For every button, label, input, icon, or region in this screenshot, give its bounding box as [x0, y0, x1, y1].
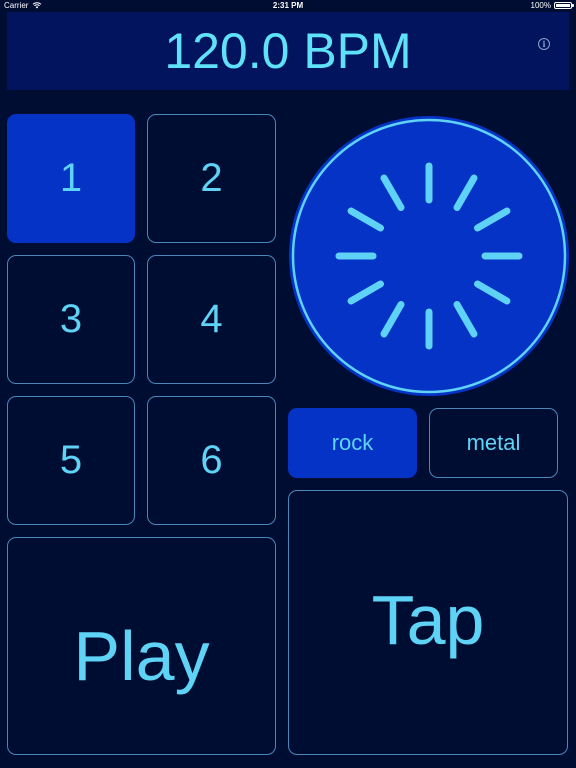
- tempo-header: 120.0 BPM i: [7, 12, 569, 90]
- pad-label: 5: [59, 438, 83, 482]
- pad-label: 4: [200, 297, 223, 341]
- tap-button[interactable]: Tap: [288, 490, 568, 755]
- style-label: rock: [331, 430, 374, 455]
- tap-label: Tap: [371, 580, 485, 659]
- style-label: metal: [466, 430, 521, 455]
- play-button[interactable]: Play: [7, 537, 276, 755]
- pad-button-4[interactable]: 4: [147, 255, 276, 384]
- play-label: Play: [73, 617, 210, 695]
- style-button-rock[interactable]: rock: [288, 408, 417, 478]
- pad-label: 6: [200, 438, 223, 482]
- pad-label: 3: [59, 297, 83, 341]
- pad-label: 1: [59, 156, 83, 200]
- status-bar: Carrier 2:31 PM 100%: [0, 0, 576, 12]
- battery-icon: [554, 2, 574, 9]
- status-time: 2:31 PM: [272, 1, 304, 10]
- tempo-display: 120.0 BPM: [164, 23, 412, 79]
- dial-outer-ring: [289, 116, 569, 396]
- style-button-metal[interactable]: metal: [429, 408, 558, 478]
- pad-label: 2: [200, 156, 223, 200]
- status-right: 100%: [530, 1, 574, 10]
- pad-button-1[interactable]: 1: [7, 114, 135, 243]
- pad-button-3[interactable]: 3: [7, 255, 135, 384]
- battery-percent: 100%: [530, 1, 551, 10]
- pad-button-2[interactable]: 2: [147, 114, 276, 243]
- pad-button-6[interactable]: 6: [147, 396, 276, 525]
- beat-dial[interactable]: [287, 114, 571, 398]
- pad-button-5[interactable]: 5: [7, 396, 135, 525]
- info-icon[interactable]: i: [538, 38, 550, 50]
